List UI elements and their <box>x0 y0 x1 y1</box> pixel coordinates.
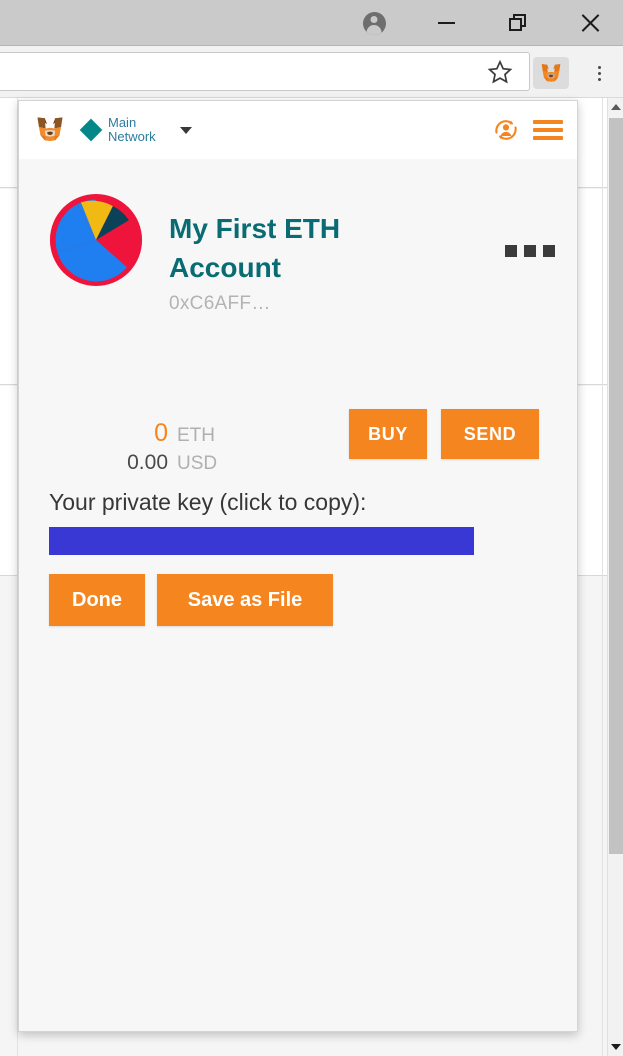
screen-root: Main Network My First ETH Account 0xC6AF… <box>0 0 623 1056</box>
browser-toolbar <box>0 46 623 98</box>
close-icon <box>580 13 600 33</box>
network-diamond-icon <box>79 118 103 142</box>
popup-header: Main Network <box>19 101 577 159</box>
scroll-up-button[interactable] <box>608 98 623 116</box>
account-row: My First ETH Account 0xC6AFF… <box>19 193 577 315</box>
save-as-file-button[interactable]: Save as File <box>157 574 333 626</box>
usd-balance-unit: USD <box>177 453 218 474</box>
page-scrollbar[interactable] <box>607 98 623 1056</box>
chevron-down-icon <box>180 126 192 134</box>
send-button[interactable]: SEND <box>441 409 539 459</box>
private-key-value[interactable] <box>49 527 474 555</box>
account-identicon <box>49 193 143 287</box>
minimize-button[interactable] <box>418 0 474 46</box>
triangle-down-icon <box>611 1044 621 1050</box>
switch-account-icon[interactable] <box>491 115 521 145</box>
eth-balance-line: 0 ETH <box>49 419 229 448</box>
account-actions: BUY SEND <box>349 409 539 459</box>
account-name[interactable]: My First ETH Account <box>169 209 414 287</box>
scroll-down-button[interactable] <box>608 1038 623 1056</box>
balance-display: 0 ETH 0.00 USD <box>49 409 229 475</box>
metamask-fox-icon <box>541 63 561 82</box>
eth-balance-amount: 0 <box>154 419 168 447</box>
window-titlebar <box>0 0 623 46</box>
profile-icon <box>362 11 386 35</box>
account-address[interactable]: 0xC6AFF… <box>169 293 414 315</box>
metamask-extension-button[interactable] <box>533 57 569 89</box>
usd-balance-line: 0.00 USD <box>49 451 229 475</box>
hamburger-menu-icon[interactable] <box>533 118 563 142</box>
page-divider <box>602 98 603 1056</box>
network-selector[interactable]: Main Network <box>79 115 192 144</box>
account-options-button[interactable] <box>505 193 555 257</box>
private-key-footer: Done Save as File <box>49 574 333 626</box>
usd-balance-amount: 0.00 <box>127 451 168 474</box>
account-identity: My First ETH Account 0xC6AFF… <box>169 193 414 315</box>
buy-button[interactable]: BUY <box>349 409 427 459</box>
maximize-button[interactable] <box>490 0 546 46</box>
metamask-popup: Main Network My First ETH Account 0xC6AF… <box>18 100 578 1032</box>
network-name: Main Network <box>108 115 156 144</box>
private-key-label: Your private key (click to copy): <box>49 489 367 515</box>
triangle-up-icon <box>611 104 621 110</box>
metamask-fox-icon <box>37 117 63 142</box>
three-dots-icon <box>505 245 517 257</box>
kebab-menu-icon <box>597 65 601 69</box>
eth-balance-unit: ETH <box>177 425 215 446</box>
balance-row: 0 ETH 0.00 USD BUY SEND <box>19 409 577 475</box>
profile-button[interactable] <box>346 0 402 46</box>
address-bar[interactable] <box>0 52 530 91</box>
scrollbar-thumb[interactable] <box>609 118 623 854</box>
minimize-icon <box>437 22 455 24</box>
header-actions <box>491 115 563 145</box>
restore-icon <box>509 14 527 32</box>
close-button[interactable] <box>562 0 618 46</box>
done-button[interactable]: Done <box>49 574 145 626</box>
browser-menu-button[interactable] <box>586 58 612 88</box>
popup-body: My First ETH Account 0xC6AFF… 0 ETH 0.00… <box>19 159 577 1031</box>
bookmark-star-icon[interactable] <box>487 59 513 85</box>
